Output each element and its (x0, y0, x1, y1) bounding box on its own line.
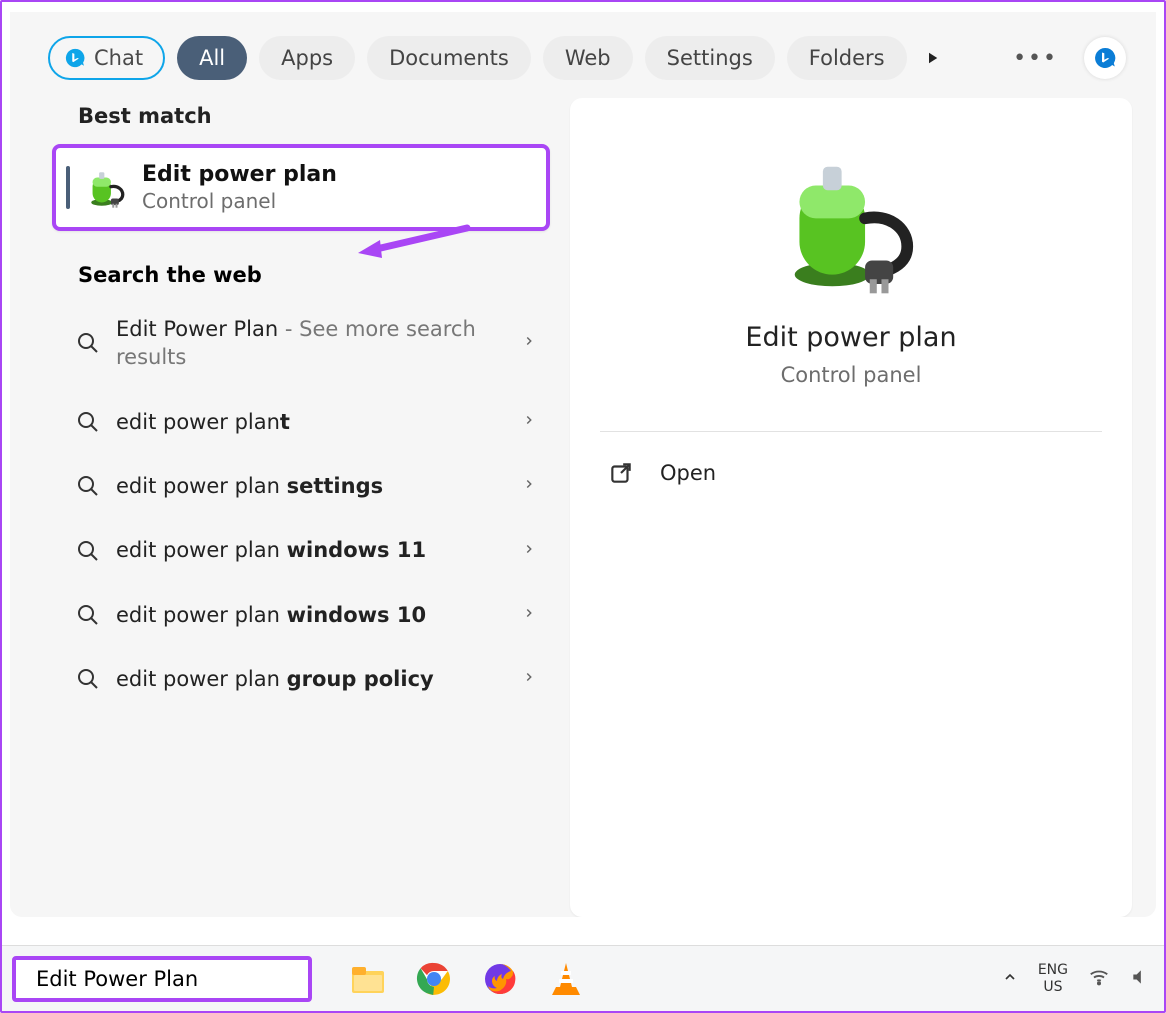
web-result[interactable]: Edit Power Plan - See more search result… (50, 297, 550, 390)
web-result-text: edit power plan group policy (116, 665, 506, 693)
search-icon (76, 331, 100, 355)
filter-tab-settings[interactable]: Settings (645, 36, 775, 80)
taskbar-search-box[interactable] (12, 956, 312, 1002)
best-match-heading: Best match (78, 104, 550, 128)
chevron-right-icon (522, 473, 536, 499)
web-result[interactable]: edit power plan settings (50, 454, 550, 518)
taskbar-search-input[interactable] (36, 967, 304, 991)
volume-icon[interactable] (1130, 967, 1150, 991)
system-tray: ENG US (1002, 962, 1154, 994)
more-filters-expand-icon[interactable] (919, 45, 945, 71)
filter-tab-documents[interactable]: Documents (367, 36, 531, 80)
chevron-right-icon (522, 409, 536, 435)
web-result[interactable]: edit power plan windows 10 (50, 583, 550, 647)
filter-row: Chat All Apps Documents Web Settings Fol… (10, 12, 1156, 98)
filter-tab-apps[interactable]: Apps (259, 36, 355, 80)
bing-icon (64, 47, 86, 69)
best-match-result[interactable]: Edit power plan Control panel (52, 144, 550, 231)
taskbar: ENG US (2, 945, 1164, 1011)
chrome-icon[interactable] (414, 959, 454, 999)
web-result[interactable]: edit power plan windows 11 (50, 518, 550, 582)
open-label: Open (660, 461, 716, 485)
web-result-text: edit power plan windows 11 (116, 536, 506, 564)
tray-overflow-icon[interactable] (1002, 969, 1018, 989)
web-result-text: edit power plant (116, 408, 506, 436)
search-icon (76, 539, 100, 563)
language-indicator[interactable]: ENG US (1038, 962, 1068, 994)
bing-chat-corner-button[interactable] (1084, 37, 1126, 79)
open-external-icon (608, 460, 634, 486)
chat-button[interactable]: Chat (48, 36, 165, 80)
search-flyout: Chat All Apps Documents Web Settings Fol… (10, 12, 1156, 917)
preview-title: Edit power plan (745, 322, 956, 353)
chevron-right-icon (522, 330, 536, 356)
taskbar-apps (348, 959, 586, 999)
search-icon (76, 603, 100, 627)
search-icon (76, 667, 100, 691)
search-icon (76, 410, 100, 434)
filter-tab-all[interactable]: All (177, 36, 247, 80)
chevron-right-icon (522, 538, 536, 564)
wifi-icon[interactable] (1088, 966, 1110, 992)
results-left-column: Best match Edit power plan Contr (50, 98, 550, 917)
chat-label: Chat (94, 46, 143, 70)
best-match-text: Edit power plan Control panel (142, 162, 337, 213)
best-match-subtitle: Control panel (142, 189, 337, 213)
web-result-text: edit power plan windows 10 (116, 601, 506, 629)
open-action[interactable]: Open (600, 432, 1102, 514)
power-plan-icon (86, 167, 128, 209)
web-result[interactable]: edit power plant (50, 390, 550, 454)
web-result-text: edit power plan settings (116, 472, 506, 500)
web-result-text: Edit Power Plan - See more search result… (116, 315, 506, 372)
file-explorer-icon[interactable] (348, 959, 388, 999)
overflow-menu-button[interactable]: ••• (999, 46, 1072, 71)
chevron-right-icon (522, 602, 536, 628)
filter-tab-folders[interactable]: Folders (787, 36, 907, 80)
vlc-icon[interactable] (546, 959, 586, 999)
web-result[interactable]: edit power plan group policy (50, 647, 550, 711)
preview-pane: Edit power plan Control panel Open (570, 98, 1132, 917)
chevron-right-icon (522, 666, 536, 692)
search-web-heading: Search the web (78, 263, 550, 287)
filter-tab-web[interactable]: Web (543, 36, 633, 80)
preview-subtitle: Control panel (781, 363, 922, 387)
firefox-icon[interactable] (480, 959, 520, 999)
power-plan-icon-large (776, 148, 926, 298)
search-icon (76, 474, 100, 498)
best-match-title: Edit power plan (142, 162, 337, 187)
results-body: Best match Edit power plan Contr (10, 98, 1156, 917)
web-results-list: Edit Power Plan - See more search result… (50, 297, 550, 711)
